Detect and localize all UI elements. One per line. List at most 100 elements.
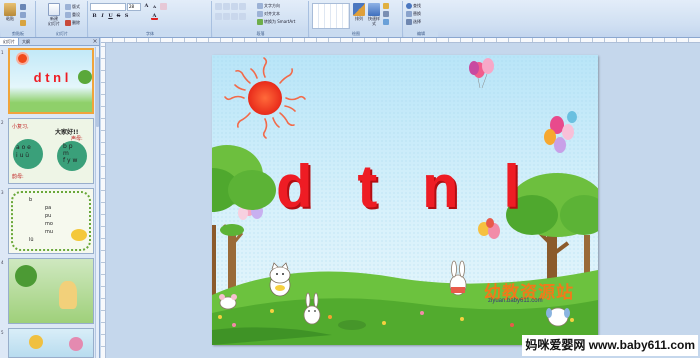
text-direction-label: 文字方向 — [264, 2, 280, 8]
shape-effects-button[interactable] — [383, 18, 389, 25]
paragraph-group: 文字方向 对齐文本 转换为 SmartArt 段落 — [213, 1, 309, 37]
character-icon — [29, 335, 43, 349]
text-direction-icon — [257, 2, 263, 9]
select-icon — [406, 18, 412, 25]
quick-styles-label: 快速样式 — [368, 16, 380, 26]
thumb-row: pa — [45, 205, 52, 211]
align-left-icon[interactable] — [215, 13, 222, 20]
scissors-icon — [20, 3, 26, 10]
quick-styles-icon — [368, 3, 380, 16]
delete-button[interactable]: 删除 — [65, 19, 80, 26]
slide-thumbnail-2[interactable]: 小复习, 大家好!! 声母: a o e i u ü b p m f y w 韵… — [8, 118, 94, 184]
convert-smartart-button[interactable]: 转换为 SmartArt — [257, 18, 295, 25]
slide-thumbnail-3[interactable]: b pa pu mo mu lū — [8, 188, 94, 254]
slide-thumbnail-1[interactable]: d t n l — [8, 48, 94, 114]
effects-icon — [383, 18, 389, 25]
arrange-button[interactable]: 排列 — [352, 3, 366, 21]
slides-group: 新建 幻灯片 版式 重设 删除 幻灯片 — [37, 1, 88, 37]
thumb-row: pu — [45, 213, 52, 219]
slide-number: 5 — [1, 330, 4, 335]
decrease-indent-icon[interactable] — [231, 3, 238, 10]
layout-button[interactable]: 版式 — [65, 3, 80, 10]
reset-button[interactable]: 重设 — [65, 11, 80, 18]
slides-group-label: 幻灯片 — [37, 31, 87, 37]
find-button[interactable]: 查找 — [406, 2, 421, 9]
cat-character-icon — [269, 262, 291, 297]
layout-label: 版式 — [72, 3, 80, 9]
smartart-icon — [257, 18, 263, 25]
thumb-row: mu — [45, 229, 54, 235]
paste-button[interactable]: 粘贴 — [3, 3, 17, 21]
outline-icon — [383, 10, 389, 17]
panel-scrollbar[interactable] — [95, 47, 99, 358]
format-painter-button[interactable] — [20, 19, 26, 26]
scrollbar-thumb[interactable] — [96, 57, 99, 127]
cut-button[interactable] — [20, 3, 26, 10]
font-name-combo[interactable] — [90, 3, 126, 11]
shadow-icon[interactable]: S — [123, 13, 130, 20]
slide-thumbnail-5[interactable] — [8, 328, 94, 358]
justify-icon[interactable] — [239, 13, 246, 20]
editing-group-label: 编辑 — [404, 31, 438, 37]
copy-button[interactable] — [20, 11, 26, 18]
align-right-icon[interactable] — [231, 13, 238, 20]
slide-number: 1 — [1, 50, 4, 55]
sun-icon — [18, 54, 27, 63]
quick-styles-button[interactable]: 快速样式 — [367, 3, 381, 26]
replace-button[interactable]: 替换 — [406, 10, 421, 17]
select-label: 选择 — [413, 18, 421, 24]
align-text-button[interactable]: 对齐文本 — [257, 10, 280, 17]
shapes-gallery[interactable] — [312, 3, 350, 29]
clear-format-icon[interactable] — [160, 3, 167, 10]
slide-thumbnail-4[interactable] — [8, 258, 94, 324]
thumb-finals-label: 韵母: — [12, 174, 24, 180]
text-direction-button[interactable]: 文字方向 — [257, 2, 280, 9]
numbering-icon[interactable] — [223, 3, 230, 10]
new-slide-label: 新建 幻灯片 — [48, 16, 60, 26]
bold-icon[interactable]: B — [91, 13, 98, 20]
slide-number: 4 — [1, 260, 4, 265]
paragraph-group-label: 段落 — [213, 31, 308, 37]
increase-indent-icon[interactable] — [239, 3, 246, 10]
align-text-label: 对齐文本 — [264, 10, 280, 16]
drawing-group-label: 绘图 — [310, 31, 402, 37]
shrink-font-icon[interactable]: A — [151, 3, 158, 10]
close-panel-icon[interactable]: × — [91, 38, 99, 45]
bird-icon — [71, 229, 87, 241]
thumb-row: lū — [29, 237, 34, 243]
slides-panel: 幻灯片 大纲 × 1 d t n l 2 小复习, 大家好!! 声母: a o … — [0, 38, 100, 358]
layout-icon — [65, 3, 71, 10]
drawing-group: 排列 快速样式 绘图 — [310, 1, 403, 37]
tab-outline[interactable]: 大纲 — [19, 38, 33, 45]
font-size-combo[interactable]: 28 — [127, 3, 141, 11]
strikethrough-icon[interactable]: S — [115, 13, 122, 20]
thumb-consonants: b p m f y w — [63, 143, 78, 164]
shape-fill-button[interactable] — [383, 2, 389, 9]
underline-icon[interactable]: U — [107, 13, 114, 20]
arrange-label: 排列 — [355, 16, 363, 21]
grow-font-icon[interactable]: A — [143, 3, 150, 10]
font-color-icon[interactable]: A — [151, 13, 158, 20]
tab-slides[interactable]: 幻灯片 — [0, 38, 19, 45]
italic-icon[interactable]: I — [99, 13, 106, 20]
new-slide-button[interactable]: 新建 幻灯片 — [47, 3, 61, 26]
brush-icon — [20, 19, 26, 26]
slide-title[interactable]: d t n l — [212, 152, 598, 221]
paste-icon — [4, 3, 16, 16]
slide-number: 2 — [1, 120, 4, 125]
align-text-icon — [257, 10, 263, 17]
bullets-icon[interactable] — [215, 3, 222, 10]
select-button[interactable]: 选择 — [406, 18, 421, 25]
convert-smartart-label: 转换为 SmartArt — [264, 18, 296, 24]
ribbon: 粘贴 剪贴板 新建 幻灯片 版式 重设 删除 幻灯片 28 A A B I U … — [0, 0, 700, 38]
thumb-row: mo — [45, 221, 53, 227]
fill-icon — [383, 2, 389, 9]
align-center-icon[interactable] — [223, 13, 230, 20]
shape-outline-button[interactable] — [383, 10, 389, 17]
find-label: 查找 — [413, 2, 421, 8]
thumb-review-text: 小复习, — [12, 124, 29, 130]
site-watermark: 妈咪爱婴网 www.baby611.com — [522, 335, 698, 356]
horizontal-ruler — [101, 38, 700, 43]
reset-icon — [65, 11, 71, 18]
delete-label: 删除 — [72, 19, 80, 25]
